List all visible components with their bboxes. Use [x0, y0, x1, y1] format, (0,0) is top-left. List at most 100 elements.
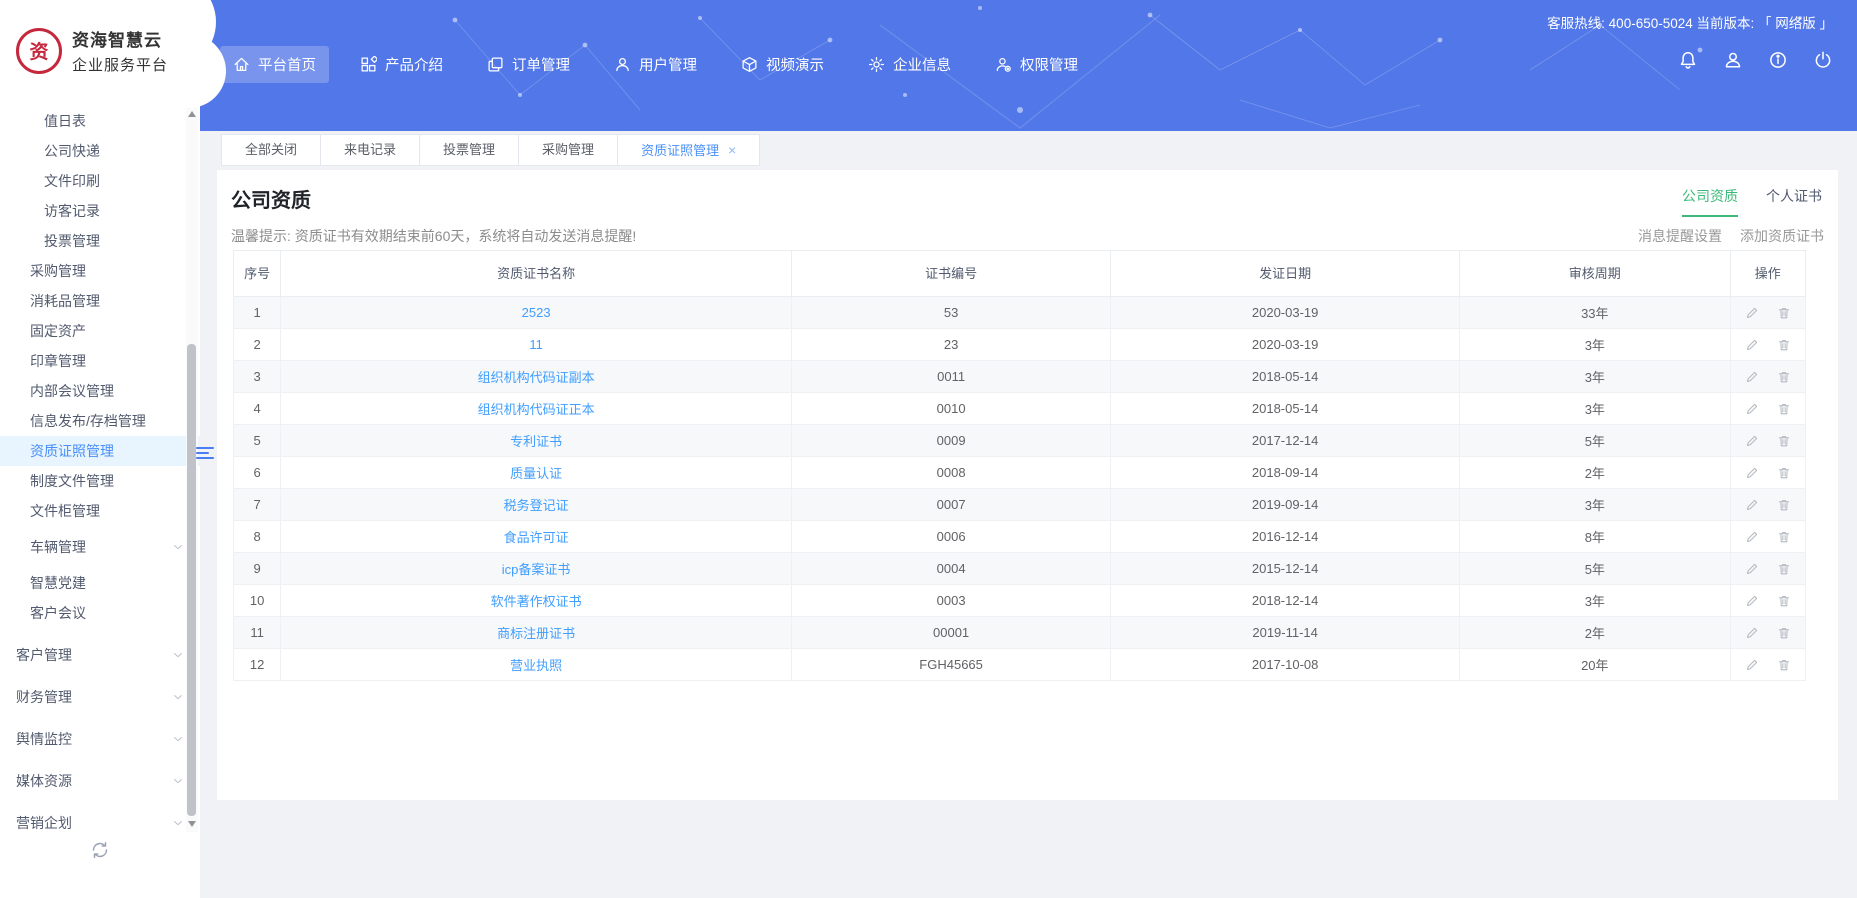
cert-name-link[interactable]: 软件著作权证书	[491, 594, 582, 609]
delete-icon[interactable]	[1777, 498, 1791, 512]
cert-name-link[interactable]: 质量认证	[510, 466, 562, 481]
delete-icon[interactable]	[1777, 370, 1791, 384]
logout-icon[interactable]	[1813, 50, 1833, 70]
nav-item-home[interactable]: 平台首页	[220, 46, 329, 83]
delete-icon[interactable]	[1777, 434, 1791, 448]
scrollbar-up-icon[interactable]	[188, 111, 196, 117]
cell-cert-name: 11	[280, 328, 793, 361]
delete-icon[interactable]	[1777, 306, 1791, 320]
delete-icon[interactable]	[1777, 402, 1791, 416]
cert-name-link[interactable]: 组织机构代码证副本	[478, 370, 595, 385]
add-certificate-link[interactable]: 添加资质证书	[1740, 226, 1824, 246]
cert-name-link[interactable]: 2523	[522, 305, 551, 320]
cell-index: 10	[232, 584, 282, 617]
delete-icon[interactable]	[1777, 594, 1791, 608]
edit-icon[interactable]	[1745, 434, 1759, 448]
delete-icon[interactable]	[1777, 466, 1791, 480]
view-tabs: 公司资质 个人证书	[1682, 186, 1822, 217]
cert-name-link[interactable]: 营业执照	[510, 658, 562, 673]
sidebar-item-18[interactable]: 财务管理	[0, 682, 200, 712]
nav-item-permissions[interactable]: 权限管理	[982, 46, 1091, 83]
close-tab-icon[interactable]: ×	[728, 142, 736, 158]
sidebar-item-2[interactable]: 文件印刷	[0, 166, 200, 196]
profile-icon[interactable]	[1723, 50, 1743, 70]
message-reminder-settings-link[interactable]: 消息提醒设置	[1638, 226, 1722, 246]
sidebar-item-9[interactable]: 内部会议管理	[0, 376, 200, 406]
nav-item-users[interactable]: 用户管理	[601, 46, 710, 83]
cell-index: 7	[232, 488, 282, 521]
sidebar-item-11[interactable]: 资质证照管理	[0, 436, 200, 466]
cert-name-link[interactable]: 组织机构代码证正本	[478, 402, 595, 417]
page-tab-1[interactable]: 来电记录	[320, 134, 421, 166]
refresh-icon[interactable]	[90, 840, 110, 865]
view-tab-0[interactable]: 公司资质	[1682, 186, 1738, 217]
view-tab-1[interactable]: 个人证书	[1766, 186, 1822, 217]
cell-actions	[1729, 456, 1806, 489]
sidebar-collapse-handle-icon[interactable]	[196, 444, 214, 462]
sidebar-item-0[interactable]: 值日表	[0, 106, 200, 136]
edit-icon[interactable]	[1745, 594, 1759, 608]
cell-actions	[1729, 488, 1806, 521]
edit-icon[interactable]	[1745, 466, 1759, 480]
cell-cert-name: 商标注册证书	[280, 616, 793, 649]
cert-name-link[interactable]: 专利证书	[510, 434, 562, 449]
cert-name-link[interactable]: 税务登记证	[504, 498, 569, 513]
edit-icon[interactable]	[1745, 658, 1759, 672]
sidebar-item-13[interactable]: 文件柜管理	[0, 496, 200, 526]
page-tab-3[interactable]: 采购管理	[518, 134, 619, 166]
cert-name-link[interactable]: icp备案证书	[502, 562, 571, 577]
sidebar-item-4[interactable]: 投票管理	[0, 226, 200, 256]
sidebar-item-1[interactable]: 公司快递	[0, 136, 200, 166]
sidebar-item-7[interactable]: 固定资产	[0, 316, 200, 346]
edit-icon[interactable]	[1745, 498, 1759, 512]
sidebar-item-15[interactable]: 智慧党建	[0, 568, 200, 598]
page-title: 公司资质	[231, 190, 311, 212]
nav-item-products[interactable]: 产品介绍	[347, 46, 456, 83]
sidebar-item-label: 财务管理	[16, 689, 72, 705]
delete-icon[interactable]	[1777, 626, 1791, 640]
notification-icon[interactable]	[1678, 50, 1698, 70]
toolbar-links: 消息提醒设置 添加资质证书	[1638, 226, 1824, 246]
cert-name-link[interactable]: 11	[529, 337, 543, 352]
cell-review-period: 5年	[1459, 424, 1731, 457]
edit-icon[interactable]	[1745, 626, 1759, 640]
sidebar-item-19[interactable]: 舆情监控	[0, 724, 200, 754]
delete-icon[interactable]	[1777, 562, 1791, 576]
cert-name-link[interactable]: 食品许可证	[504, 530, 569, 545]
scrollbar-down-icon[interactable]	[188, 821, 196, 827]
page-tab-0[interactable]: 全部关闭	[221, 134, 322, 166]
scrollbar-thumb[interactable]	[187, 344, 196, 816]
sidebar-item-17[interactable]: 客户管理	[0, 640, 200, 670]
cell-index: 8	[232, 520, 282, 553]
sidebar-item-10[interactable]: 信息发布/存档管理	[0, 406, 200, 436]
delete-icon[interactable]	[1777, 658, 1791, 672]
sidebar-item-16[interactable]: 客户会议	[0, 598, 200, 628]
edit-icon[interactable]	[1745, 370, 1759, 384]
page-tab-4[interactable]: 资质证照管理 ×	[617, 134, 761, 166]
nav-item-video[interactable]: 视频演示	[728, 46, 837, 83]
edit-icon[interactable]	[1745, 338, 1759, 352]
sidebar-item-3[interactable]: 访客记录	[0, 196, 200, 226]
edit-icon[interactable]	[1745, 530, 1759, 544]
sidebar-item-5[interactable]: 采购管理	[0, 256, 200, 286]
edit-icon[interactable]	[1745, 402, 1759, 416]
cert-name-link[interactable]: 商标注册证书	[497, 626, 575, 641]
edit-icon[interactable]	[1745, 562, 1759, 576]
sidebar-item-20[interactable]: 媒体资源	[0, 766, 200, 796]
nav-item-company[interactable]: 企业信息	[855, 46, 964, 83]
sidebar-item-14[interactable]: 车辆管理	[0, 532, 200, 562]
delete-icon[interactable]	[1777, 338, 1791, 352]
cell-issue-date: 2020-03-19	[1110, 328, 1461, 361]
page-tab-2[interactable]: 投票管理	[419, 134, 520, 166]
nav-item-orders[interactable]: 订单管理	[474, 46, 583, 83]
delete-icon[interactable]	[1777, 530, 1791, 544]
help-icon[interactable]	[1768, 50, 1788, 70]
sidebar-item-12[interactable]: 制度文件管理	[0, 466, 200, 496]
cell-index: 6	[232, 456, 282, 489]
sidebar-scrollbar[interactable]	[186, 106, 198, 832]
sidebar-item-6[interactable]: 消耗品管理	[0, 286, 200, 316]
sidebar-item-8[interactable]: 印章管理	[0, 346, 200, 376]
edit-icon[interactable]	[1745, 306, 1759, 320]
cell-actions	[1729, 328, 1806, 361]
sidebar-item-21[interactable]: 营销企划	[0, 808, 200, 838]
